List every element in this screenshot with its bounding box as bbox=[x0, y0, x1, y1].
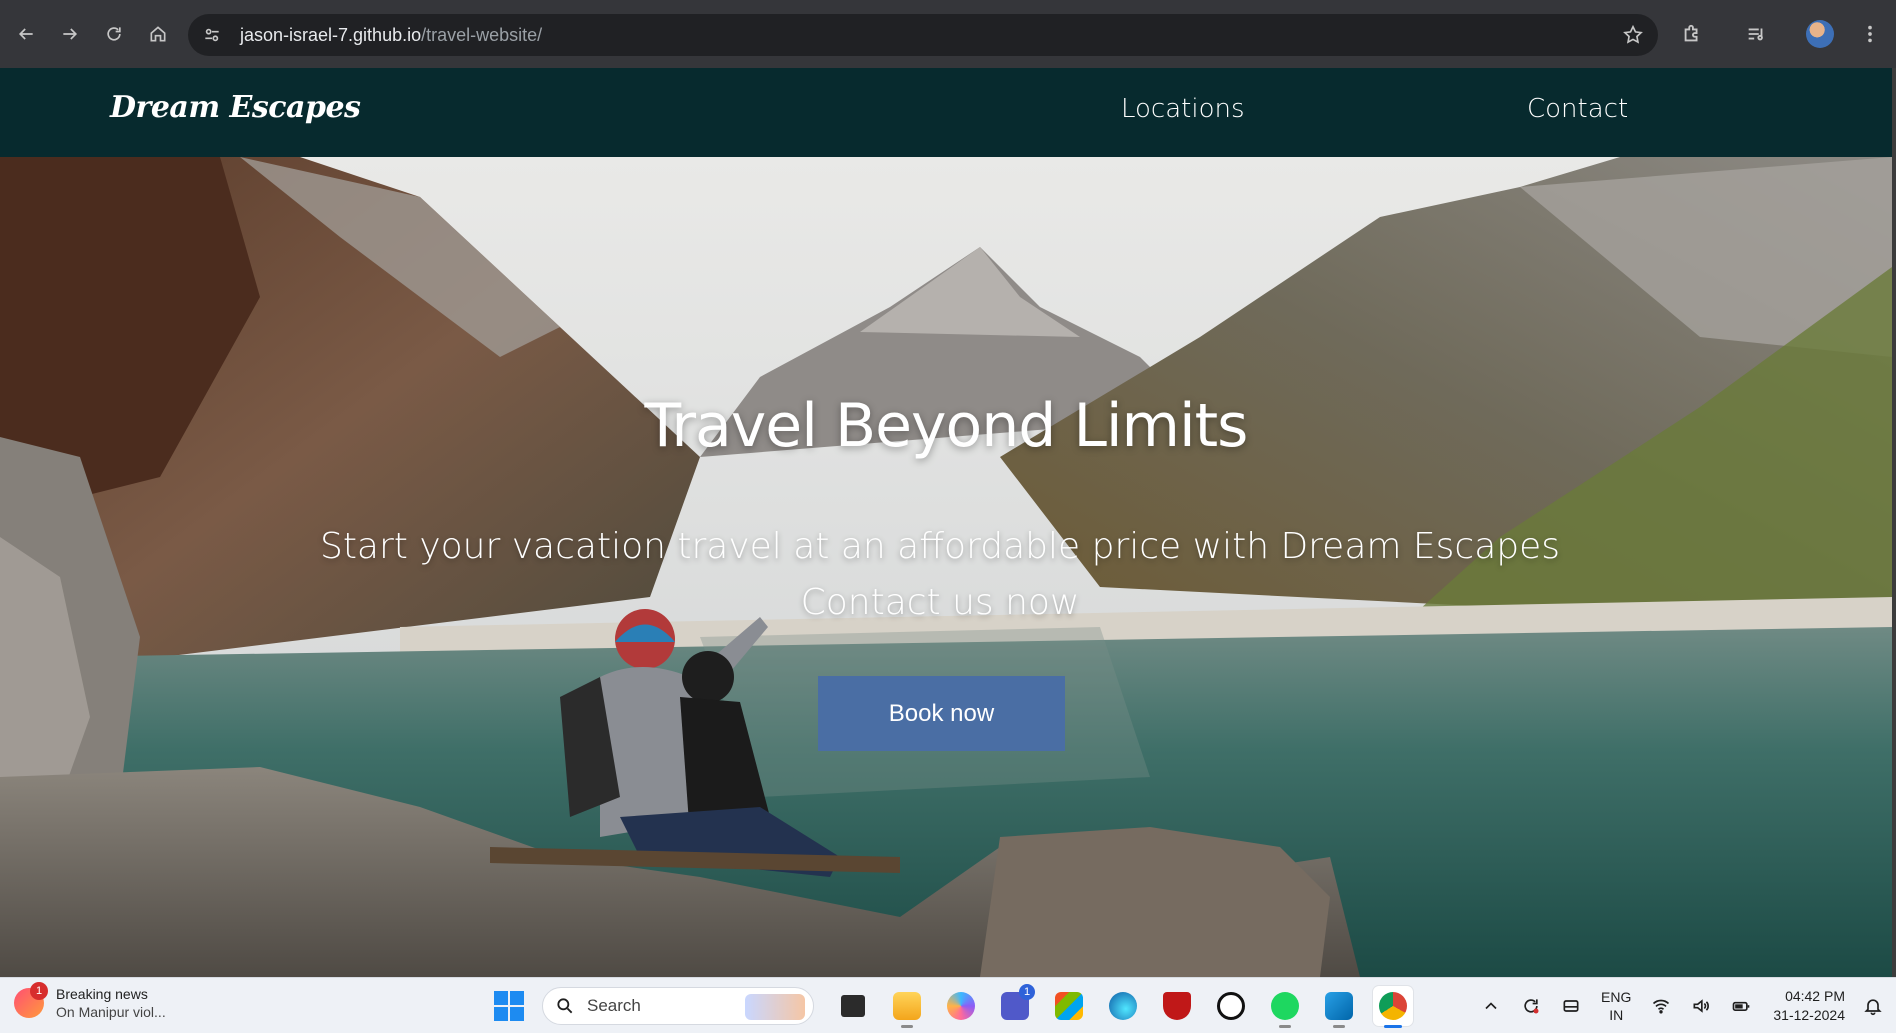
site-settings-icon[interactable] bbox=[200, 23, 224, 47]
volume-icon[interactable] bbox=[1688, 993, 1714, 1019]
notification-bell-icon[interactable] bbox=[1860, 993, 1886, 1019]
news-text: Breaking news On Manipur viol... bbox=[56, 985, 166, 1021]
reload-icon[interactable] bbox=[96, 16, 132, 52]
sync-icon[interactable] bbox=[1518, 993, 1544, 1019]
site-header: Dream Escapes Locations Contact bbox=[0, 68, 1892, 157]
forward-icon[interactable] bbox=[52, 16, 88, 52]
news-badge: 1 bbox=[30, 982, 48, 1000]
system-tray: ENG IN 04:42 PM 31-12-2024 bbox=[1471, 978, 1896, 1033]
extensions-icon[interactable] bbox=[1670, 12, 1714, 56]
battery-icon[interactable] bbox=[1728, 993, 1754, 1019]
address-url[interactable]: jason-israel-7.github.io/travel-website/ bbox=[240, 25, 542, 46]
chrome-icon[interactable] bbox=[1373, 986, 1413, 1028]
os-taskbar: 1 Breaking news On Manipur viol... Searc… bbox=[0, 977, 1896, 1033]
copilot-icon[interactable] bbox=[941, 986, 981, 1026]
spotify-icon[interactable] bbox=[1265, 986, 1305, 1028]
news-icon: 1 bbox=[14, 982, 48, 1018]
language-region: IN bbox=[1609, 1007, 1624, 1023]
chevron-up-icon[interactable] bbox=[1478, 993, 1504, 1019]
taskbar-apps: Search 1 bbox=[494, 984, 1420, 1028]
home-icon[interactable] bbox=[140, 16, 176, 52]
language-indicator[interactable]: ENG IN bbox=[1601, 988, 1631, 1024]
hero-section: Travel Beyond Limits Start your vacation… bbox=[0, 157, 1892, 977]
news-subtitle: On Manipur viol... bbox=[56, 1004, 166, 1020]
taskbar-search-input[interactable]: Search bbox=[542, 987, 814, 1025]
taskbar-search-placeholder: Search bbox=[587, 996, 641, 1015]
nav-locations-link[interactable]: Locations bbox=[1121, 94, 1245, 124]
teams-icon[interactable]: 1 bbox=[995, 984, 1035, 1026]
url-path: /travel-website/ bbox=[421, 24, 543, 45]
bookmark-star-icon[interactable] bbox=[1622, 24, 1644, 46]
mcafee-icon[interactable] bbox=[1157, 986, 1197, 1026]
teams-badge: 1 bbox=[1019, 984, 1035, 1000]
nav-contact-link[interactable]: Contact bbox=[1527, 94, 1628, 124]
media-controls-icon[interactable] bbox=[1734, 12, 1778, 56]
file-explorer-icon[interactable] bbox=[887, 986, 927, 1028]
hero-title: Travel Beyond Limits bbox=[644, 391, 1249, 461]
edge-icon[interactable] bbox=[1103, 986, 1143, 1026]
book-now-button[interactable]: Book now bbox=[818, 676, 1065, 751]
language-code: ENG bbox=[1601, 989, 1632, 1005]
file-manager-icon[interactable] bbox=[833, 986, 873, 1026]
keyboard-layout-icon[interactable] bbox=[1558, 993, 1584, 1019]
website-viewport: Dream Escapes Locations Contact Travel B… bbox=[0, 68, 1892, 977]
back-icon[interactable] bbox=[8, 16, 44, 52]
browser-toolbar: jason-israel-7.github.io/travel-website/ bbox=[0, 0, 1896, 68]
url-host: jason-israel-7.github.io bbox=[240, 24, 422, 45]
news-title: Breaking news bbox=[56, 986, 148, 1002]
news-widget[interactable]: 1 Breaking news On Manipur viol... bbox=[14, 982, 166, 1021]
search-highlight-icon bbox=[745, 994, 805, 1020]
profile-avatar[interactable] bbox=[1798, 12, 1842, 56]
address-bar[interactable]: jason-israel-7.github.io/travel-website/ bbox=[188, 14, 1658, 56]
microsoft-store-icon[interactable] bbox=[1049, 986, 1089, 1026]
search-icon bbox=[557, 998, 573, 1014]
system-clock[interactable]: 04:42 PM 31-12-2024 bbox=[1773, 987, 1845, 1025]
clock-time: 04:42 PM bbox=[1785, 988, 1845, 1004]
page-scrollbar[interactable] bbox=[1892, 68, 1896, 977]
clock-date: 31-12-2024 bbox=[1773, 1007, 1845, 1023]
hero-subtitle: Start your vacation travel at an afforda… bbox=[319, 526, 1561, 623]
vscode-icon[interactable] bbox=[1319, 986, 1359, 1028]
wifi-icon[interactable] bbox=[1648, 993, 1674, 1019]
windows-start-icon[interactable] bbox=[494, 991, 524, 1021]
browser-right-tools bbox=[1650, 0, 1896, 68]
more-menu-icon[interactable] bbox=[1848, 12, 1892, 56]
brand-logo[interactable]: Dream Escapes bbox=[110, 90, 361, 125]
dell-icon[interactable] bbox=[1211, 986, 1251, 1026]
